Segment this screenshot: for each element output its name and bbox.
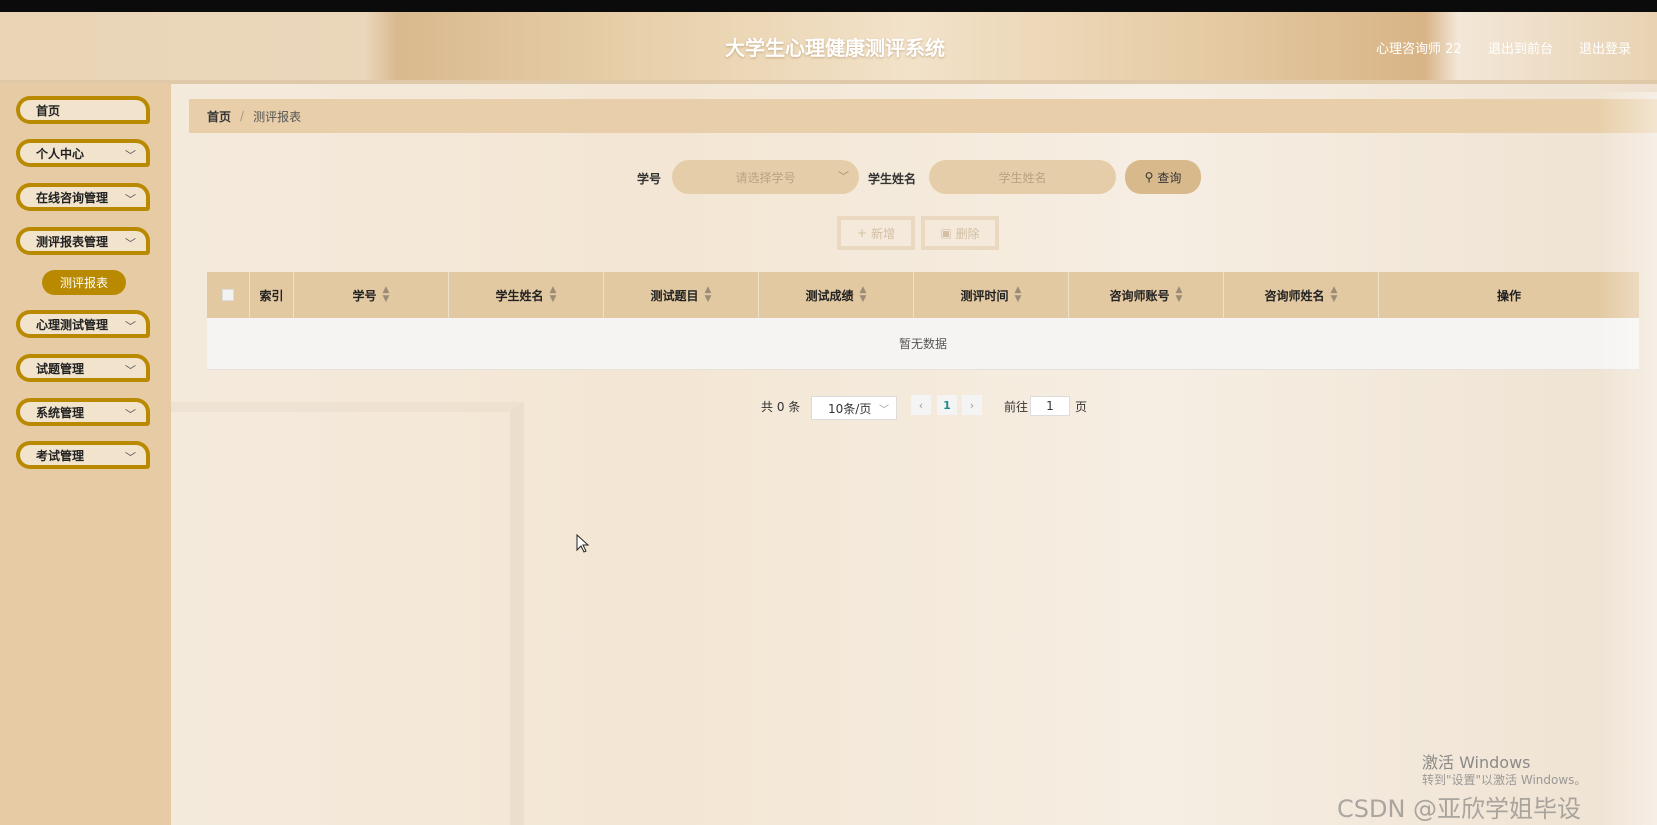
sidebar-item-report-manage[interactable]: 测评报表管理 ﹀ — [16, 227, 150, 255]
sidebar-item-system[interactable]: 系统管理 ﹀ — [16, 398, 150, 426]
trash-icon: ▣ — [940, 226, 952, 240]
submenu-item-report[interactable]: 测评报表 — [42, 270, 126, 295]
column-test-score[interactable]: 测试成绩 ▲ ▼ — [759, 272, 914, 318]
sidebar-item-label: 在线咨询管理 — [36, 190, 109, 205]
report-table: 索引 学号 ▲ ▼ 学生姓名 ▲ ▼ 测试题目 ▲ ▼ 测试成绩 ▲ ▼ 测评时间 ▲ ▼ 咨询师账… — [207, 272, 1639, 370]
column-xuehao-label: 学号 — [352, 288, 377, 303]
page-unit-label: 页 — [1075, 400, 1088, 414]
sidebar-item-label: 试题管理 — [36, 361, 85, 376]
select-all-cell — [207, 272, 250, 318]
delete-button-label: 删除 — [955, 226, 980, 241]
sort-icon[interactable]: ▲ ▼ — [1176, 286, 1183, 304]
select-all-checkbox[interactable] — [222, 289, 234, 301]
chevron-down-icon: ﹀ — [125, 451, 136, 464]
column-counselor-account-label: 咨询师账号 — [1109, 288, 1170, 303]
pagination-total: 共 0 条 — [761, 400, 801, 414]
column-student-name-label: 学生姓名 — [495, 288, 544, 303]
mouse-cursor-icon — [576, 534, 590, 553]
sidebar-item-psych-test[interactable]: 心理测试管理 ﹀ — [16, 310, 150, 338]
goto-page-input[interactable]: 1 — [1030, 396, 1070, 416]
column-test-time[interactable]: 测评时间 ▲ ▼ — [914, 272, 1069, 318]
query-button-label: 查询 — [1157, 170, 1182, 185]
table-header: 索引 学号 ▲ ▼ 学生姓名 ▲ ▼ 测试题目 ▲ ▼ 测试成绩 ▲ ▼ 测评时间 ▲ ▼ 咨询师账… — [207, 272, 1639, 318]
chevron-left-icon: ‹ — [918, 398, 924, 412]
user-name: 心理咨询师 22 — [1376, 42, 1462, 57]
column-counselor-name[interactable]: 咨询师姓名 ▲ ▼ — [1224, 272, 1379, 318]
breadcrumb: 首页 / 测评报表 — [189, 99, 1657, 133]
sort-icon[interactable]: ▲ ▼ — [383, 286, 390, 304]
student-name-label: 学生姓名 — [868, 172, 917, 186]
sidebar-item-label: 考试管理 — [36, 448, 85, 463]
plus-icon: + — [856, 226, 868, 240]
page-size-value: 10条/页 — [828, 401, 872, 416]
exit-to-front-link[interactable]: 退出到前台 — [1488, 38, 1553, 57]
chevron-down-icon: ﹀ — [125, 149, 136, 162]
column-index-label: 索引 — [259, 288, 284, 303]
table-empty-row: 暂无数据 — [207, 318, 1639, 370]
sort-icon[interactable]: ▲ ▼ — [550, 286, 557, 304]
prev-page-button[interactable]: ‹ — [911, 395, 931, 415]
search-icon: ⚲ — [1144, 170, 1154, 184]
chevron-down-icon: ﹀ — [125, 364, 136, 377]
add-button-label: 新增 — [871, 226, 896, 241]
query-button[interactable]: ⚲ 查询 — [1125, 160, 1201, 194]
column-actions-label: 操作 — [1496, 288, 1521, 303]
xuehao-label: 学号 — [637, 172, 662, 186]
chevron-down-icon: ﹀ — [125, 320, 136, 333]
activate-windows-title: 激活 Windows — [1422, 753, 1531, 772]
breadcrumb-home[interactable]: 首页 — [207, 108, 231, 125]
column-counselor-name-label: 咨询师姓名 — [1264, 288, 1325, 303]
sort-icon[interactable]: ▲ ▼ — [705, 286, 712, 304]
sort-icon[interactable]: ▲ ▼ — [1015, 286, 1022, 304]
logout-link[interactable]: 退出登录 — [1579, 38, 1631, 57]
sidebar-item-online-consult[interactable]: 在线咨询管理 ﹀ — [16, 183, 150, 211]
xuehao-select[interactable]: 请选择学号 ﹀ — [672, 160, 859, 194]
sidebar-item-label: 个人中心 — [36, 146, 85, 161]
current-page-button[interactable]: 1 — [937, 395, 957, 415]
column-test-title-label: 测试题目 — [650, 288, 699, 303]
goto-label: 前往 — [1004, 400, 1029, 414]
chevron-down-icon: ﹀ — [125, 408, 136, 421]
sidebar-item-label: 心理测试管理 — [36, 317, 109, 332]
sidebar-item-home[interactable]: 首页 — [16, 96, 150, 124]
delete-button[interactable]: ▣ 删除 — [921, 216, 999, 250]
column-test-title[interactable]: 测试题目 ▲ ▼ — [604, 272, 759, 318]
sidebar-item-profile[interactable]: 个人中心 ﹀ — [16, 139, 150, 167]
chevron-down-icon: ﹀ — [879, 405, 889, 416]
column-student-name[interactable]: 学生姓名 ▲ ▼ — [449, 272, 604, 318]
chevron-up-icon: ﹀ — [125, 237, 136, 250]
column-test-time-label: 测评时间 — [960, 288, 1009, 303]
sidebar-item-label: 测评报表管理 — [36, 234, 109, 249]
page-size-select[interactable]: 10条/页 ﹀ — [811, 396, 897, 420]
chevron-right-icon: › — [969, 398, 975, 412]
sidebar-item-label: 首页 — [36, 103, 61, 118]
top-header: 大学生心理健康测评系统 心理咨询师 22 退出到前台 退出登录 — [0, 12, 1657, 84]
column-counselor-account[interactable]: 咨询师账号 ▲ ▼ — [1069, 272, 1224, 318]
column-actions: 操作 — [1379, 272, 1639, 318]
breadcrumb-separator: / — [240, 109, 245, 123]
sidebar-item-questions[interactable]: 试题管理 ﹀ — [16, 354, 150, 382]
student-name-placeholder: 学生姓名 — [998, 170, 1047, 185]
next-page-button[interactable]: › — [962, 395, 982, 415]
sort-icon[interactable]: ▲ ▼ — [1331, 286, 1338, 304]
column-xuehao[interactable]: 学号 ▲ ▼ — [294, 272, 449, 318]
sidebar-item-label: 系统管理 — [36, 405, 85, 420]
student-name-input[interactable]: 学生姓名 — [929, 160, 1116, 194]
activate-windows-sub: 转到"设置"以激活 Windows。 — [1422, 773, 1587, 787]
sidebar-item-exam[interactable]: 考试管理 ﹀ — [16, 441, 150, 469]
chevron-down-icon: ﹀ — [838, 170, 849, 183]
chevron-down-icon: ﹀ — [125, 193, 136, 206]
column-test-score-label: 测试成绩 — [805, 288, 854, 303]
breadcrumb-current: 测评报表 — [253, 109, 302, 124]
csdn-watermark: CSDN @亚欣学姐毕设 — [1337, 795, 1582, 823]
sort-icon[interactable]: ▲ ▼ — [860, 286, 867, 304]
xuehao-select-placeholder: 请选择学号 — [735, 170, 796, 185]
app-frame: 大学生心理健康测评系统 心理咨询师 22 退出到前台 退出登录 首页 个人中心 … — [0, 12, 1657, 825]
column-index: 索引 — [250, 272, 294, 318]
empty-text: 暂无数据 — [898, 337, 947, 351]
add-button[interactable]: + 新增 — [837, 216, 915, 250]
